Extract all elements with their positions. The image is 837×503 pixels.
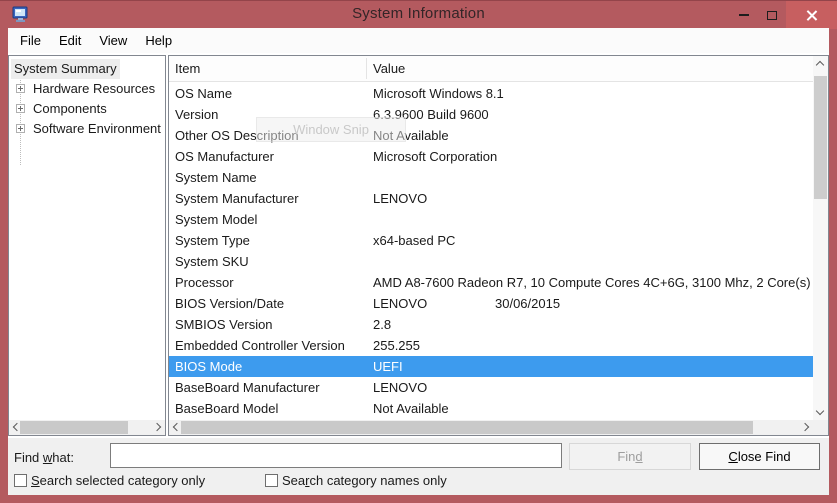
table-row[interactable]: SMBIOS Version 2.8	[169, 314, 813, 335]
item-cell: BIOS Version/Date	[175, 293, 284, 314]
tree-item-components[interactable]: Components	[9, 99, 165, 119]
tree-horizontal-scrollbar[interactable]	[9, 420, 165, 435]
table-row[interactable]: System Type x64-based PC	[169, 230, 813, 251]
item-cell: BIOS Mode	[175, 356, 242, 377]
table-row[interactable]: System SKU	[169, 251, 813, 272]
tree-item-label: System Summary	[11, 59, 120, 79]
menu-bar: File Edit View Help	[8, 28, 829, 53]
tree-item-label: Hardware Resources	[30, 79, 158, 99]
table-row[interactable]: OS Name Microsoft Windows 8.1	[169, 83, 813, 104]
item-cell: System Name	[175, 167, 257, 188]
tree-item-label: Components	[30, 99, 110, 119]
vertical-scrollbar[interactable]	[813, 56, 828, 420]
expand-plus-icon[interactable]	[16, 124, 25, 133]
table-row[interactable]: BaseBoard Manufacturer LENOVO	[169, 377, 813, 398]
maximize-icon	[767, 11, 777, 20]
item-cell: BaseBoard Model	[175, 398, 278, 419]
search-category-names-label[interactable]: Search category names only	[282, 473, 447, 488]
tree-hscroll-thumb[interactable]	[20, 421, 128, 434]
scroll-left-icon[interactable]	[173, 423, 181, 431]
table-row[interactable]: System Model	[169, 209, 813, 230]
window-snip-ghost: Window Snip	[256, 117, 406, 142]
window-content: File Edit View Help System SummaryHardwa…	[8, 28, 829, 495]
value-cell: UEFI	[373, 356, 403, 377]
window-title: System Information	[0, 5, 837, 22]
close-icon	[805, 9, 818, 22]
value-cell: Microsoft Windows 8.1	[373, 83, 504, 104]
table-row[interactable]: Processor AMD A8-7600 Radeon R7, 10 Compu…	[169, 272, 813, 293]
item-cell: BaseBoard Manufacturer	[175, 377, 320, 398]
value-cell: Not Available	[373, 398, 449, 419]
item-cell: SMBIOS Version	[175, 314, 273, 335]
expand-plus-icon[interactable]	[16, 104, 25, 113]
find-bar: Find what: Find Close Find Search select…	[8, 438, 829, 495]
scroll-down-icon[interactable]	[816, 407, 824, 415]
search-selected-category-checkbox[interactable]	[14, 474, 27, 487]
scroll-right-icon[interactable]	[801, 423, 809, 431]
list-horizontal-scrollbar[interactable]	[169, 420, 813, 435]
item-cell: System Manufacturer	[175, 188, 299, 209]
find-button[interactable]: Find	[569, 443, 691, 470]
value-cell: Microsoft Corporation	[373, 146, 497, 167]
scrollbar-corner	[813, 420, 828, 435]
tree-items: System SummaryHardware ResourcesComponen…	[9, 59, 165, 420]
table-row[interactable]: BIOS Version/Date LENOVO 30/06/2015	[169, 293, 813, 314]
find-input[interactable]	[110, 443, 562, 468]
category-tree-panel: System SummaryHardware ResourcesComponen…	[8, 55, 166, 436]
column-header-value[interactable]: Value	[373, 56, 405, 82]
search-options-row: Search selected category only Search cat…	[8, 472, 829, 492]
list-hscroll-thumb[interactable]	[181, 421, 753, 434]
menu-help[interactable]: Help	[136, 28, 181, 53]
item-cell: System SKU	[175, 251, 249, 272]
list-header: Item Value	[169, 56, 813, 82]
item-cell: Version	[175, 104, 218, 125]
menu-edit[interactable]: Edit	[50, 28, 90, 53]
tree-item-label: Software Environment	[30, 119, 164, 139]
table-row[interactable]: System Name	[169, 167, 813, 188]
column-separator[interactable]	[366, 58, 367, 79]
table-row[interactable]: BIOS Mode UEFI	[169, 356, 813, 377]
find-what-label: Find what:	[14, 450, 74, 465]
search-selected-category-label[interactable]: Search selected category only	[31, 473, 205, 488]
tree-item-software-environment[interactable]: Software Environment	[9, 119, 165, 139]
details-list-panel: Item Value OS NameMicrosoft Windows 8.1V…	[168, 55, 829, 436]
menu-file[interactable]: File	[11, 28, 50, 53]
value-cell: AMD A8-7600 Radeon R7, 10 Compute Cores …	[373, 272, 811, 293]
expand-plus-icon[interactable]	[16, 84, 25, 93]
menu-view[interactable]: View	[90, 28, 136, 53]
table-row[interactable]: OS Manufacturer Microsoft Corporation	[169, 146, 813, 167]
item-cell: System Model	[175, 209, 257, 230]
system-information-window: System Information File Edit View Help S…	[0, 0, 837, 503]
value-cell: x64-based PC	[373, 230, 455, 251]
scroll-up-icon[interactable]	[816, 61, 824, 69]
table-row[interactable]: BaseBoard Model Not Available	[169, 398, 813, 419]
item-cell: OS Manufacturer	[175, 146, 274, 167]
item-cell: System Type	[175, 230, 250, 251]
maximize-button[interactable]	[758, 1, 786, 29]
scroll-right-icon[interactable]	[153, 423, 161, 431]
table-row[interactable]: Embedded Controller Version 255.255	[169, 335, 813, 356]
titlebar[interactable]: System Information	[0, 0, 837, 28]
search-category-names-checkbox[interactable]	[265, 474, 278, 487]
value-cell: LENOVO	[373, 377, 427, 398]
minimize-button[interactable]	[730, 1, 758, 29]
main-area: System SummaryHardware ResourcesComponen…	[8, 53, 829, 438]
table-row[interactable]: System Manufacturer LENOVO	[169, 188, 813, 209]
close-find-button[interactable]: Close Find	[699, 443, 820, 470]
item-cell: Processor	[175, 272, 234, 293]
value2-cell: 30/06/2015	[495, 293, 560, 314]
vscroll-thumb[interactable]	[814, 76, 827, 199]
tree-item-hardware-resources[interactable]: Hardware Resources	[9, 79, 165, 99]
value-cell: LENOVO	[373, 188, 427, 209]
tree-item-system-summary[interactable]: System Summary	[9, 59, 165, 79]
item-cell: Embedded Controller Version	[175, 335, 345, 356]
column-header-item[interactable]: Item	[175, 56, 200, 82]
value-cell: 255.255	[373, 335, 420, 356]
minimize-icon	[739, 14, 749, 16]
value-cell: 2.8	[373, 314, 391, 335]
item-cell: OS Name	[175, 83, 232, 104]
close-button[interactable]	[786, 1, 837, 29]
value-cell: LENOVO	[373, 293, 427, 314]
